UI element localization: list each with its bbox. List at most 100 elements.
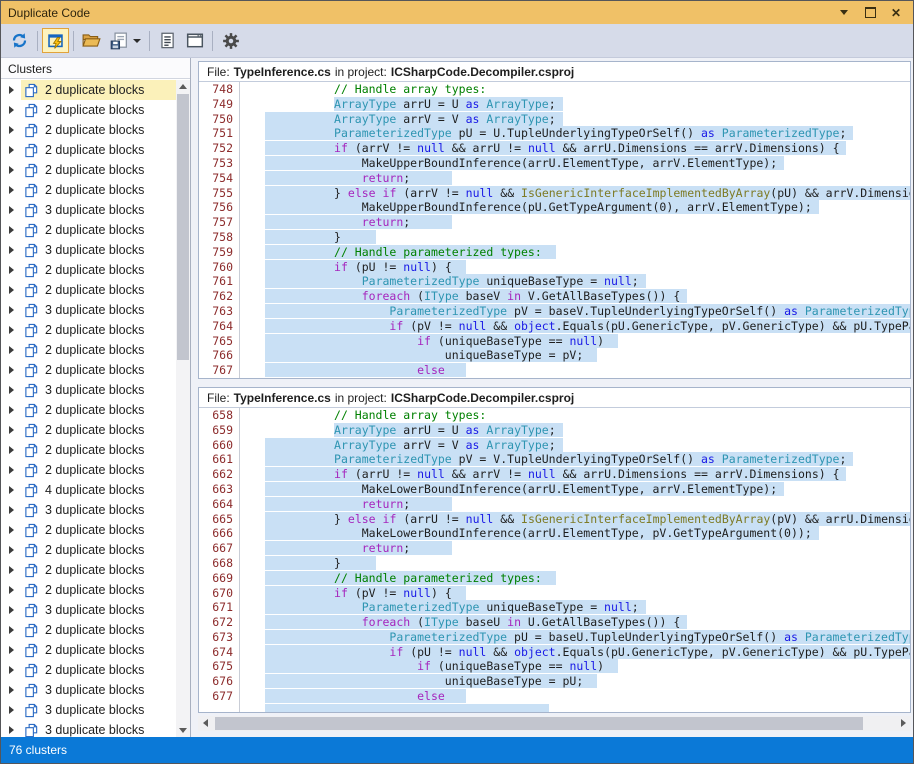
cluster-item-body[interactable]: 2 duplicate blocks bbox=[21, 320, 176, 340]
cluster-item-body[interactable]: 3 duplicate blocks bbox=[21, 200, 176, 220]
code-line[interactable]: 673 ParameterizedType pU = baseU.TupleUn… bbox=[199, 630, 910, 645]
collapse-arrow-icon[interactable] bbox=[9, 646, 14, 654]
collapse-arrow-icon[interactable] bbox=[9, 266, 14, 274]
cluster-item-body[interactable]: 4 duplicate blocks bbox=[21, 480, 176, 500]
code-line[interactable]: 666 MakeLowerBoundInference(arrU.Element… bbox=[199, 526, 910, 541]
code-line[interactable]: 759 // Handle parameterized types: bbox=[199, 245, 910, 260]
code-line[interactable]: 764 if (pV != null && object.Equals(pU.G… bbox=[199, 319, 910, 334]
scroll-up-arrow[interactable] bbox=[176, 80, 190, 93]
window-position-menu-button[interactable] bbox=[836, 5, 852, 21]
cluster-item-body[interactable]: 2 duplicate blocks bbox=[21, 560, 176, 580]
code-line[interactable]: 675 if (uniqueBaseType == null) bbox=[199, 659, 910, 674]
code-line[interactable]: 750 ArrayType arrV = V as ArrayType; bbox=[199, 112, 910, 127]
collapse-arrow-icon[interactable] bbox=[9, 706, 14, 714]
collapse-arrow-icon[interactable] bbox=[9, 366, 14, 374]
code-line[interactable]: 672 foreach (IType baseU in U.GetAllBase… bbox=[199, 615, 910, 630]
cluster-item[interactable]: 2 duplicate blocks bbox=[1, 660, 176, 680]
cluster-item-body[interactable]: 2 duplicate blocks bbox=[21, 280, 176, 300]
cluster-item-body[interactable]: 3 duplicate blocks bbox=[21, 240, 176, 260]
cluster-item-body[interactable]: 3 duplicate blocks bbox=[21, 700, 176, 720]
horizontal-scrollbar[interactable] bbox=[198, 716, 911, 731]
cluster-item[interactable]: 2 duplicate blocks bbox=[1, 640, 176, 660]
code-view[interactable]: 658 // Handle array types:659 ArrayType … bbox=[199, 408, 910, 712]
scroll-right-arrow[interactable] bbox=[896, 716, 911, 731]
cluster-item-body[interactable]: 2 duplicate blocks bbox=[21, 420, 176, 440]
code-line[interactable]: 756 MakeUpperBoundInference(pU.GetTypeAr… bbox=[199, 200, 910, 215]
cluster-item[interactable]: 2 duplicate blocks bbox=[1, 440, 176, 460]
collapse-arrow-icon[interactable] bbox=[9, 506, 14, 514]
code-line[interactable]: 658 // Handle array types: bbox=[199, 408, 910, 423]
code-line[interactable]: 671 ParameterizedType uniqueBaseType = n… bbox=[199, 600, 910, 615]
cluster-item[interactable]: 3 duplicate blocks bbox=[1, 680, 176, 700]
cluster-item[interactable]: 2 duplicate blocks bbox=[1, 260, 176, 280]
cluster-item[interactable]: 3 duplicate blocks bbox=[1, 380, 176, 400]
cluster-item[interactable]: 2 duplicate blocks bbox=[1, 620, 176, 640]
code-line[interactable]: 667 return; bbox=[199, 541, 910, 556]
cluster-item-body[interactable]: 3 duplicate blocks bbox=[21, 300, 176, 320]
scroll-left-arrow[interactable] bbox=[198, 716, 213, 731]
code-line[interactable]: 668 } bbox=[199, 556, 910, 571]
collapse-arrow-icon[interactable] bbox=[9, 386, 14, 394]
code-line[interactable]: 754 return; bbox=[199, 171, 910, 186]
vertical-scrollbar-thumb[interactable] bbox=[177, 94, 189, 360]
cluster-item[interactable]: 2 duplicate blocks bbox=[1, 520, 176, 540]
analyze-button[interactable] bbox=[42, 28, 69, 53]
cluster-item-body[interactable]: 2 duplicate blocks bbox=[21, 180, 176, 200]
code-line[interactable]: 661 ParameterizedType pV = V.TupleUnderl… bbox=[199, 452, 910, 467]
cluster-item-body[interactable]: 2 duplicate blocks bbox=[21, 640, 176, 660]
refresh-button[interactable] bbox=[6, 28, 33, 53]
collapse-arrow-icon[interactable] bbox=[9, 206, 14, 214]
horizontal-scrollbar-track[interactable] bbox=[213, 716, 896, 731]
save-dropdown-arrow-icon[interactable] bbox=[133, 39, 141, 43]
cluster-item-body[interactable]: 2 duplicate blocks bbox=[21, 160, 176, 180]
cluster-item[interactable]: 2 duplicate blocks bbox=[1, 360, 176, 380]
collapse-arrow-icon[interactable] bbox=[9, 326, 14, 334]
cluster-item[interactable]: 2 duplicate blocks bbox=[1, 340, 176, 360]
cluster-item[interactable]: 3 duplicate blocks bbox=[1, 600, 176, 620]
code-line[interactable]: 660 ArrayType arrV = V as ArrayType; bbox=[199, 438, 910, 453]
clusters-scrollbar[interactable] bbox=[176, 80, 190, 737]
code-line[interactable]: 752 if (arrV != null && arrU != null && … bbox=[199, 141, 910, 156]
cluster-item-body[interactable]: 2 duplicate blocks bbox=[21, 660, 176, 680]
cluster-item[interactable]: 2 duplicate blocks bbox=[1, 460, 176, 480]
code-line[interactable]: 761 ParameterizedType uniqueBaseType = n… bbox=[199, 274, 910, 289]
collapse-arrow-icon[interactable] bbox=[9, 86, 14, 94]
settings-button[interactable] bbox=[217, 28, 244, 53]
collapse-arrow-icon[interactable] bbox=[9, 306, 14, 314]
cluster-item-body[interactable]: 2 duplicate blocks bbox=[21, 360, 176, 380]
cluster-item[interactable]: 3 duplicate blocks bbox=[1, 200, 176, 220]
cluster-item[interactable]: 4 duplicate blocks bbox=[1, 480, 176, 500]
cluster-item-body[interactable]: 2 duplicate blocks bbox=[21, 580, 176, 600]
cluster-item-body[interactable]: 2 duplicate blocks bbox=[21, 460, 176, 480]
collapse-arrow-icon[interactable] bbox=[9, 186, 14, 194]
code-line[interactable]: 677 else bbox=[199, 689, 910, 704]
collapse-arrow-icon[interactable] bbox=[9, 226, 14, 234]
collapse-arrow-icon[interactable] bbox=[9, 246, 14, 254]
cluster-item-body[interactable]: 2 duplicate blocks bbox=[21, 540, 176, 560]
cluster-item-body[interactable]: 2 duplicate blocks bbox=[21, 520, 176, 540]
collapse-arrow-icon[interactable] bbox=[9, 446, 14, 454]
code-line[interactable]: 766 uniqueBaseType = pV; bbox=[199, 348, 910, 363]
collapse-arrow-icon[interactable] bbox=[9, 606, 14, 614]
cluster-item[interactable]: 3 duplicate blocks bbox=[1, 500, 176, 520]
code-line[interactable]: 664 return; bbox=[199, 497, 910, 512]
cluster-item[interactable]: 2 duplicate blocks bbox=[1, 400, 176, 420]
cluster-item[interactable]: 2 duplicate blocks bbox=[1, 420, 176, 440]
cluster-item-body[interactable]: 3 duplicate blocks bbox=[21, 380, 176, 400]
cluster-item[interactable]: 2 duplicate blocks bbox=[1, 160, 176, 180]
collapse-arrow-icon[interactable] bbox=[9, 126, 14, 134]
collapse-arrow-icon[interactable] bbox=[9, 546, 14, 554]
collapse-arrow-icon[interactable] bbox=[9, 146, 14, 154]
scroll-down-arrow[interactable] bbox=[176, 724, 190, 737]
cluster-item-body[interactable]: 3 duplicate blocks bbox=[21, 680, 176, 700]
cluster-item[interactable]: 2 duplicate blocks bbox=[1, 100, 176, 120]
code-line[interactable]: 765 if (uniqueBaseType == null) bbox=[199, 334, 910, 349]
cluster-item[interactable]: 2 duplicate blocks bbox=[1, 220, 176, 240]
code-line[interactable]: 665 } else if (arrU != null && IsGeneric… bbox=[199, 512, 910, 527]
cluster-item[interactable]: 3 duplicate blocks bbox=[1, 300, 176, 320]
cluster-item[interactable]: 2 duplicate blocks bbox=[1, 140, 176, 160]
cluster-item[interactable]: 3 duplicate blocks bbox=[1, 240, 176, 260]
code-line[interactable]: 755 } else if (arrV != null && IsGeneric… bbox=[199, 186, 910, 201]
cluster-item-body[interactable]: 2 duplicate blocks bbox=[21, 400, 176, 420]
cluster-item[interactable]: 2 duplicate blocks bbox=[1, 180, 176, 200]
